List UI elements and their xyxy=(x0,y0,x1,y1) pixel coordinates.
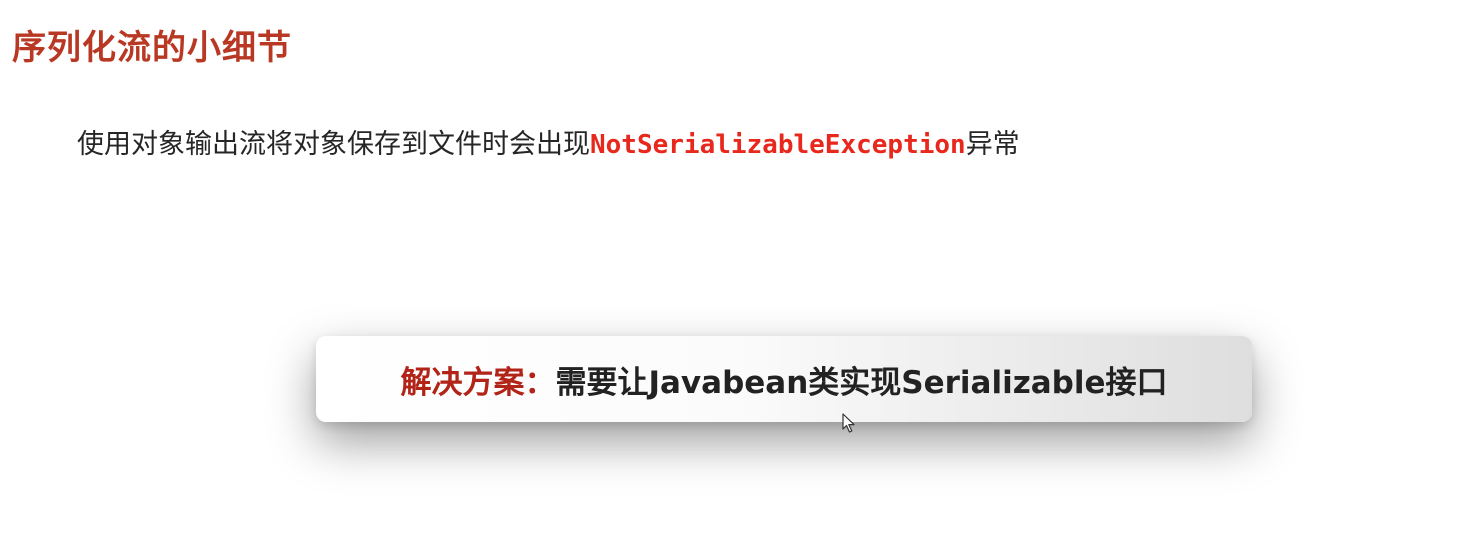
slide: 序列化流的小细节 使用对象输出流将对象保存到文件时会出现NotSerializa… xyxy=(0,0,1457,552)
solution-text: 解决方案：需要让Javabean类实现Serializable接口 xyxy=(400,357,1167,402)
solution-content: 需要让Javabean类实现Serializable接口 xyxy=(555,364,1168,401)
bullet-suffix: 异常 xyxy=(965,129,1020,160)
bullet-prefix: 使用对象输出流将对象保存到文件时会出现 xyxy=(77,129,590,160)
solution-box: 解决方案：需要让Javabean类实现Serializable接口 xyxy=(316,336,1252,422)
mouse-pointer-icon xyxy=(842,413,855,433)
bullet-text: 使用对象输出流将对象保存到文件时会出现NotSerializableExcept… xyxy=(77,122,1020,161)
exception-name: NotSerializableException xyxy=(590,130,966,160)
solution-label: 解决方案： xyxy=(400,364,556,401)
slide-title: 序列化流的小细节 xyxy=(12,28,292,68)
